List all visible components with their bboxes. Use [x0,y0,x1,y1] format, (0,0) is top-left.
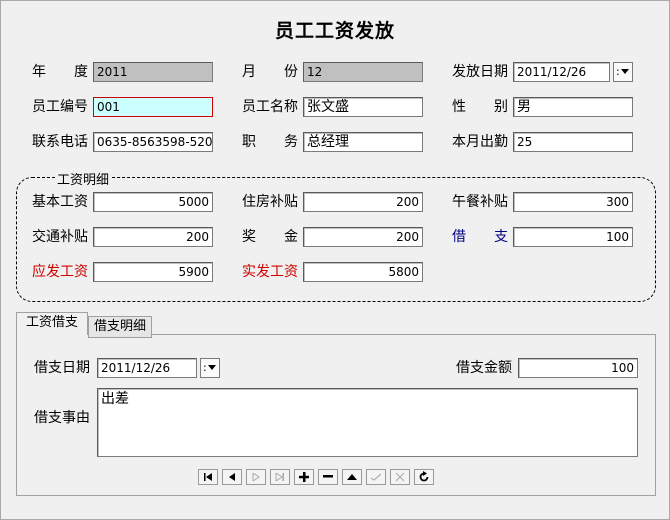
loan-reason-textarea[interactable]: 出差 [97,388,638,457]
transport-allowance-label: 交通补贴 [32,229,88,245]
loan-reason-label: 借支事由 [34,410,90,426]
edit-icon[interactable] [342,469,362,485]
issue-date-field[interactable]: 2011/12/26 [513,62,610,82]
housing-allowance-label: 住房补贴 [242,194,298,210]
dropdown-glyph: : [616,65,620,78]
actual-salary-field[interactable]: 5800 [303,262,423,282]
transport-allowance-field[interactable]: 200 [93,227,213,247]
base-salary-label: 基本工资 [32,194,88,210]
refresh-icon[interactable] [414,469,434,485]
tab-salary-advance[interactable]: 工资借支 [16,312,88,335]
advance-field[interactable]: 100 [513,227,633,247]
chevron-down-icon [621,69,629,74]
phone-label: 联系电话 [32,134,88,150]
tab-advance-detail[interactable]: 借支明细 [88,316,152,338]
position-field[interactable]: 总经理 [303,132,423,152]
last-icon[interactable] [270,469,290,485]
loan-amount-label: 借支金额 [456,360,512,376]
position-label: 职务 [242,134,298,150]
housing-allowance-field[interactable]: 200 [303,192,423,212]
salary-group-title: 工资明细 [55,169,112,188]
next-icon[interactable] [246,469,266,485]
month-label: 月份 [242,64,298,80]
insert-icon[interactable] [294,469,314,485]
attendance-label: 本月出勤 [452,134,508,150]
month-field[interactable]: 12 [303,62,423,82]
loan-date-field[interactable]: 2011/12/26 [97,358,197,378]
gender-field[interactable]: 男 [513,97,633,117]
emp-name-label: 员工名称 [242,99,298,115]
loan-date-label: 借支日期 [34,360,90,376]
post-icon[interactable] [366,469,386,485]
chevron-down-icon [208,365,216,370]
issue-date-label: 发放日期 [452,64,508,80]
dropdown-glyph: : [203,361,207,374]
bonus-field[interactable]: 200 [303,227,423,247]
page-title: 员工工资发放 [274,20,395,42]
bonus-label: 奖金 [242,229,298,245]
emp-no-label: 员工编号 [32,99,88,115]
lunch-allowance-label: 午餐补贴 [452,194,508,210]
year-field[interactable]: 2011 [93,62,213,82]
payable-salary-label: 应发工资 [32,264,88,280]
year-label: 年度 [32,64,88,80]
cancel-icon[interactable] [390,469,410,485]
prior-icon[interactable] [222,469,242,485]
emp-no-field[interactable]: 001 [93,97,213,117]
payable-salary-field[interactable]: 5900 [93,262,213,282]
emp-name-field[interactable]: 张文盛 [303,97,423,117]
attendance-field[interactable]: 25 [513,132,633,152]
actual-salary-label: 实发工资 [242,264,298,280]
first-icon[interactable] [198,469,218,485]
gender-label: 性别 [452,99,508,115]
phone-field[interactable]: 0635-8563598-520 [93,132,213,152]
advance-label: 借支 [452,229,508,245]
lunch-allowance-field[interactable]: 300 [513,192,633,212]
loan-amount-field[interactable]: 100 [518,358,638,378]
delete-icon[interactable] [318,469,338,485]
loan-date-dropdown-button[interactable]: : [200,358,220,378]
base-salary-field[interactable]: 5000 [93,192,213,212]
issue-date-dropdown-button[interactable]: : [613,62,633,82]
